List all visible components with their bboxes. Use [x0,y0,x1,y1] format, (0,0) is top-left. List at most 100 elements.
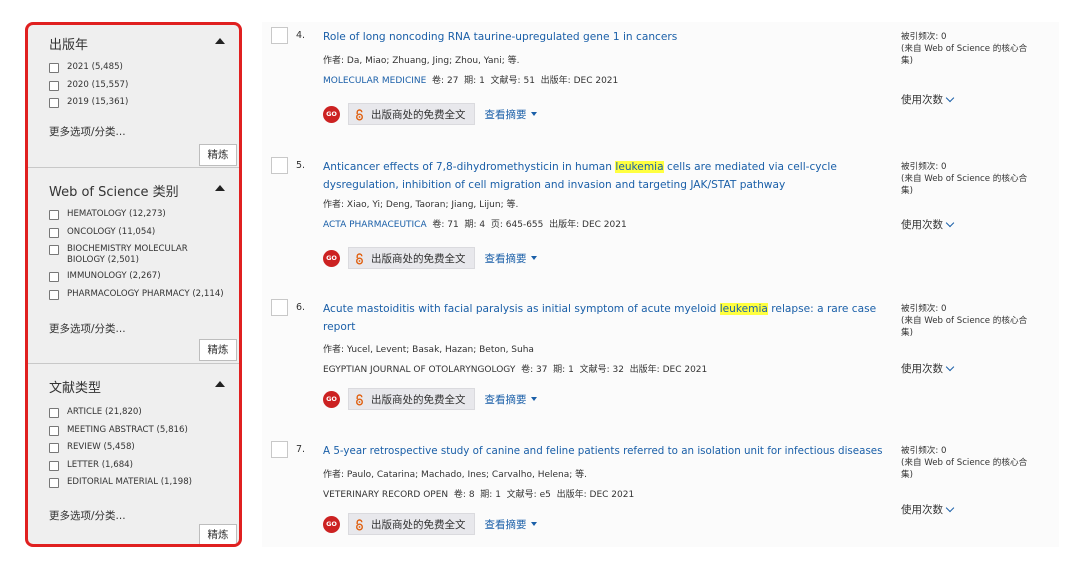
record-title-link[interactable]: A 5-year retrospective study of canine a… [323,442,893,460]
open-access-lock-icon [355,518,364,530]
go-link-icon[interactable]: GO [323,249,340,267]
checkbox[interactable] [49,460,59,471]
facet-option[interactable]: BIOCHEMISTRY MOLECULAR BIOLOGY (2,501) [49,244,235,266]
dropdown-arrow-icon [530,256,537,260]
record-checkbox[interactable] [271,299,288,316]
result-record: 5. Anticancer effects of 7,8-dihydrometh… [262,152,1059,294]
dropdown-arrow-icon [530,112,537,116]
open-access-lock-icon [355,108,364,120]
source-title: EGYPTIAN JOURNAL OF OTOLARYNGOLOGY [323,365,516,375]
source-title-link[interactable]: MOLECULAR MEDICINE [323,76,426,86]
facet-option[interactable]: MEETING ABSTRACT (5,816) [49,425,235,436]
refine-sidebar: 出版年 2021 (5,485) 2020 (15,557) 2019 (15,… [25,22,242,547]
go-link-icon[interactable]: GO [323,105,340,123]
facet-option[interactable]: IMMUNOLOGY (2,267) [49,271,235,282]
checkbox[interactable] [49,63,59,73]
checkbox[interactable] [49,210,59,220]
checkbox[interactable] [49,478,59,488]
collapse-caret-icon[interactable] [215,381,225,387]
open-access-lock-icon [355,252,364,264]
free-full-text-button[interactable]: 出版商处的免费全文 [348,247,475,269]
result-record: 6. Acute mastoiditis with facial paralys… [262,294,1059,436]
facet-title: Web of Science 类别 [49,185,179,200]
citation-info: 被引频次: 0 (来自 Web of Science 的核心合集) [901,32,1028,66]
usage-count-toggle[interactable]: 使用次数 [901,92,955,107]
more-options-link[interactable]: 更多选项/分类... [49,321,126,336]
facet-option[interactable]: 2020 (15,557) [49,80,235,91]
collapse-caret-icon[interactable] [215,38,225,44]
citation-info: 被引频次: 0 (来自 Web of Science 的核心合集) [901,446,1028,480]
record-title-link[interactable]: Acute mastoiditis with facial paralysis … [323,300,878,336]
checkbox[interactable] [49,289,59,300]
usage-count-toggle[interactable]: 使用次数 [901,217,955,232]
refine-button[interactable]: 精炼 [199,524,237,544]
view-abstract-toggle[interactable]: 查看摘要 [485,107,537,122]
open-access-lock-icon [355,393,364,405]
go-link-icon[interactable]: GO [323,390,340,408]
collapse-caret-icon[interactable] [215,185,225,191]
facet-option[interactable]: LETTER (1,684) [49,460,235,471]
checkbox[interactable] [49,443,59,453]
record-authors: 作者: Paulo, Catarina; Machado, Ines; Carv… [323,470,588,480]
view-abstract-toggle[interactable]: 查看摘要 [485,392,537,407]
more-options-link[interactable]: 更多选项/分类... [49,124,126,139]
chevron-down-icon [945,503,955,512]
citation-info: 被引频次: 0 (来自 Web of Science 的核心合集) [901,304,1028,338]
chevron-down-icon [945,93,955,102]
facet-option[interactable]: 2021 (5,485) [49,62,235,73]
checkbox[interactable] [49,245,59,255]
checkbox[interactable] [49,98,59,108]
facet-option[interactable]: EDITORIAL MATERIAL (1,198) [49,477,235,488]
record-number: 6. [296,302,306,313]
record-authors: 作者: Da, Miao; Zhuang, Jing; Zhou, Yani; … [323,56,520,66]
facet-publication-year: 出版年 2021 (5,485) 2020 (15,557) 2019 (15,… [28,25,239,168]
facet-wos-categories: Web of Science 类别 HEMATOLOGY (12,273) ON… [28,167,239,364]
facet-title: 出版年 [49,38,89,53]
usage-count-toggle[interactable]: 使用次数 [901,361,955,376]
result-record: 7. A 5-year retrospective study of canin… [262,436,1059,547]
facet-option[interactable]: ONCOLOGY (11,054) [49,227,235,238]
record-checkbox[interactable] [271,441,288,458]
source-title-link[interactable]: ACTA PHARMACEUTICA [323,220,427,230]
usage-count-toggle[interactable]: 使用次数 [901,502,955,517]
checkbox[interactable] [49,408,59,418]
view-abstract-toggle[interactable]: 查看摘要 [485,251,537,266]
view-abstract-toggle[interactable]: 查看摘要 [485,517,537,532]
record-title-link[interactable]: Anticancer effects of 7,8-dihydromethyst… [323,158,878,194]
facet-document-types: 文献类型 ARTICLE (21,820) MEETING ABSTRACT (… [28,363,239,544]
citation-info: 被引频次: 0 (来自 Web of Science 的核心合集) [901,162,1028,196]
checkbox[interactable] [49,80,59,91]
record-checkbox[interactable] [271,157,288,174]
record-checkbox[interactable] [271,27,288,44]
go-link-icon[interactable]: GO [323,515,340,533]
facet-option[interactable]: REVIEW (5,458) [49,442,235,453]
facet-option[interactable]: ARTICLE (21,820) [49,407,235,418]
record-authors: 作者: Yucel, Levent; Basak, Hazan; Beton, … [323,345,534,355]
more-options-link[interactable]: 更多选项/分类... [49,508,126,523]
facet-option[interactable]: HEMATOLOGY (12,273) [49,209,235,220]
result-record: 4. Role of long noncoding RNA taurine-up… [262,22,1059,152]
dropdown-arrow-icon [530,522,537,526]
record-source: ACTA PHARMACEUTICA 卷: 71 期: 4 页: 645-655… [323,220,627,230]
facet-title: 文献类型 [49,381,102,396]
free-full-text-button[interactable]: 出版商处的免费全文 [348,388,475,410]
facet-option[interactable]: 2019 (15,361) [49,97,235,108]
record-source: VETERINARY RECORD OPEN 卷: 8 期: 1 文献号: e5… [323,490,635,500]
chevron-down-icon [945,362,955,371]
chevron-down-icon [945,218,955,227]
free-full-text-button[interactable]: 出版商处的免费全文 [348,513,475,535]
source-title: VETERINARY RECORD OPEN [323,490,449,500]
checkbox[interactable] [49,425,59,436]
record-title-link[interactable]: Role of long noncoding RNA taurine-upreg… [323,28,878,46]
record-source: EGYPTIAN JOURNAL OF OTOLARYNGOLOGY 卷: 37… [323,365,708,375]
refine-button[interactable]: 精炼 [199,144,237,166]
free-full-text-button[interactable]: 出版商处的免费全文 [348,103,475,125]
checkbox[interactable] [49,227,59,238]
record-authors: 作者: Xiao, Yi; Deng, Taoran; Jiang, Lijun… [323,200,519,210]
refine-button[interactable]: 精炼 [199,339,237,361]
facet-option[interactable]: PHARMACOLOGY PHARMACY (2,114) [49,289,235,300]
record-number: 5. [296,160,306,171]
checkbox[interactable] [49,272,59,282]
results-list: 4. Role of long noncoding RNA taurine-up… [262,22,1059,547]
dropdown-arrow-icon [530,397,537,401]
